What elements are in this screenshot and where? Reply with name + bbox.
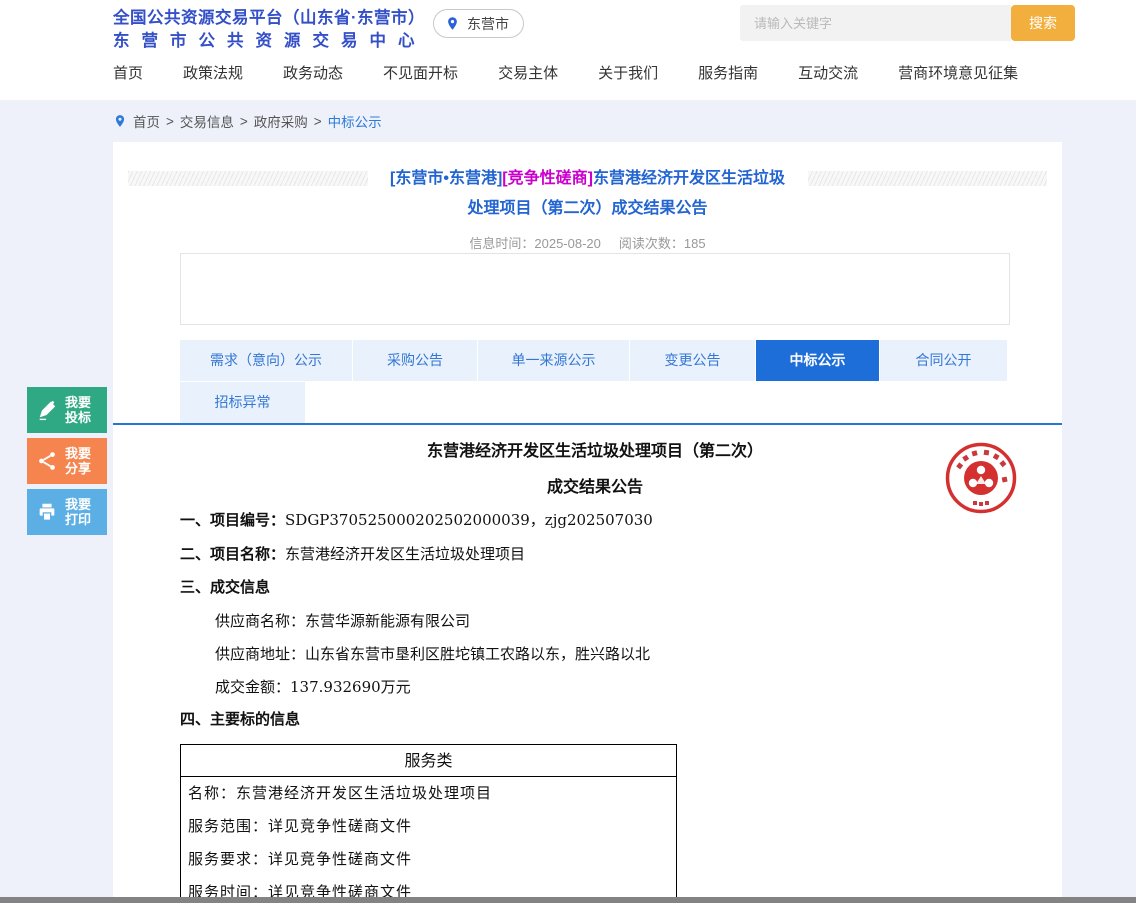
page-bottom-bar — [0, 897, 1136, 903]
tab-contract-disclosure[interactable]: 合同公开 — [880, 340, 1007, 381]
article-title-location: [东营市•东营港] — [390, 170, 502, 187]
views-label: 阅读次数： — [619, 236, 684, 251]
logo-line-1: 全国公共资源交易平台（山东省·东营市） — [113, 8, 427, 29]
empty-content-box — [180, 253, 1010, 325]
page: 全国公共资源交易平台（山东省·东营市） 东营市公共资源交易中心 东营市 搜索 首… — [0, 0, 1136, 903]
side-button-label: 我要投标 — [65, 395, 93, 425]
search-bar: 搜索 — [740, 5, 1075, 41]
breadcrumb-trade-info[interactable]: 交易信息 — [180, 111, 234, 131]
tabs-underline — [113, 423, 1062, 425]
nav-item-trade-entities[interactable]: 交易主体 — [498, 62, 558, 83]
table-row: 服务要求：详见竞争性磋商文件 — [181, 843, 676, 876]
breadcrumb-current[interactable]: 中标公示 — [328, 111, 382, 131]
supplier-name: 供应商名称：东营华源新能源有限公司 — [180, 612, 1010, 630]
nav-item-about-us[interactable]: 关于我们 — [598, 62, 658, 83]
table-row: 名称：东营港经济开发区生活垃圾处理项目 — [181, 777, 676, 810]
subject-info-table: 服务类 名称：东营港经济开发区生活垃圾处理项目 服务范围：详见竞争性磋商文件 服… — [180, 744, 677, 903]
category-tabs: 需求（意向）公示 采购公告 单一来源公示 变更公告 中标公示 合同公开 招标异常 — [180, 340, 1012, 424]
i-want-to-print-button[interactable]: 我要打印 — [27, 489, 107, 535]
side-button-label: 我要分享 — [65, 446, 93, 476]
site-logo[interactable]: 全国公共资源交易平台（山东省·东营市） 东营市公共资源交易中心 — [113, 8, 427, 52]
nav-item-interaction[interactable]: 互动交流 — [798, 62, 858, 83]
tab-demand-notice[interactable]: 需求（意向）公示 — [180, 340, 352, 381]
tab-procurement-notice[interactable]: 采购公告 — [353, 340, 477, 381]
breadcrumb-home[interactable]: 首页 — [133, 111, 160, 131]
i-want-to-share-button[interactable]: 我要分享 — [27, 438, 107, 484]
nav-item-gov-news[interactable]: 政务动态 — [283, 62, 343, 83]
document-title-line1: 东营港经济开发区生活垃圾处理项目（第二次） — [180, 442, 1010, 462]
article-title-method: [竞争性磋商] — [502, 170, 593, 187]
nav-item-policies[interactable]: 政策法规 — [183, 62, 243, 83]
table-header-service-type: 服务类 — [181, 745, 676, 777]
nav-item-business-env-feedback[interactable]: 营商环境意见征集 — [898, 62, 1018, 83]
breadcrumb-gov-procurement[interactable]: 政府采购 — [254, 111, 308, 131]
location-pin-icon — [445, 16, 460, 31]
tab-award-notice[interactable]: 中标公示 — [756, 340, 879, 381]
info-time-label: 信息时间： — [469, 236, 534, 251]
floating-action-buttons: 我要投标 我要分享 我要打印 — [27, 387, 107, 540]
nav-item-service-guide[interactable]: 服务指南 — [698, 62, 758, 83]
search-input[interactable] — [740, 5, 1011, 41]
pen-icon — [36, 399, 58, 421]
section-project-name: 二、项目名称：东营港经济开发区生活垃圾处理项目 — [180, 545, 1010, 564]
site-header: 全国公共资源交易平台（山东省·东营市） 东营市公共资源交易中心 东营市 搜索 首… — [0, 0, 1136, 100]
document-title-line2: 成交结果公告 — [180, 478, 1010, 498]
tab-single-source-notice[interactable]: 单一来源公示 — [478, 340, 629, 381]
tab-change-notice[interactable]: 变更公告 — [630, 340, 755, 381]
supplier-address: 供应商地址：山东省东营市垦利区胜坨镇工农路以东，胜兴路以北 — [180, 645, 1010, 663]
section-project-number-label: 一、项目编号： — [180, 512, 285, 529]
announcement-document: 东营港经济开发区生活垃圾处理项目（第二次） 成交结果公告 一、项目编号：SDGP… — [180, 442, 1010, 903]
city-selector-label: 东营市 — [467, 14, 509, 34]
printer-icon — [36, 501, 58, 523]
breadcrumb-separator: > — [166, 114, 174, 129]
i-want-to-bid-button[interactable]: 我要投标 — [27, 387, 107, 433]
breadcrumb-separator: > — [314, 114, 322, 129]
table-row: 服务范围：详见竞争性磋商文件 — [181, 810, 676, 843]
views-value: 185 — [684, 236, 706, 251]
tab-bid-abnormal[interactable]: 招标异常 — [180, 382, 305, 423]
article-title-block: [东营市•东营港][竞争性磋商]东营港经济开发区生活垃圾处理项目（第二次）成交结… — [113, 142, 1062, 224]
nav-item-home[interactable]: 首页 — [113, 62, 143, 83]
search-button[interactable]: 搜索 — [1011, 5, 1075, 41]
share-icon — [36, 450, 58, 472]
side-button-label: 我要打印 — [65, 497, 93, 527]
section-project-number: 一、项目编号：SDGP370525000202502000039，zjg2025… — [180, 511, 1010, 530]
content-card: [东营市•东营港][竞争性磋商] 东营港经济开发区生活垃圾处理项目（第二次） 成交结… — [113, 142, 1062, 897]
info-time-value: 2025-08-20 — [534, 236, 601, 251]
logo-line-2: 东营市公共资源交易中心 — [113, 31, 427, 52]
article-title: [东营市•东营港][竞争性磋商]东营港经济开发区生活垃圾处理项目（第二次）成交结… — [368, 164, 808, 224]
nav-item-remote-bidding[interactable]: 不见面开标 — [383, 62, 458, 83]
section-project-name-value: 东营港经济开发区生活垃圾处理项目 — [285, 545, 525, 563]
section-project-name-label: 二、项目名称： — [180, 546, 285, 563]
section-award-info-heading: 三、成交信息 — [180, 579, 1010, 597]
breadcrumb-pin-icon — [113, 114, 127, 128]
section-subject-info-heading: 四、主要标的信息 — [180, 711, 1010, 729]
main-nav: 首页 政策法规 政务动态 不见面开标 交易主体 关于我们 服务指南 互动交流 营… — [113, 62, 1018, 83]
city-selector[interactable]: 东营市 — [433, 9, 524, 38]
official-seal — [943, 440, 1019, 516]
article-meta: 信息时间：2025-08-20 阅读次数：185 — [113, 233, 1062, 252]
section-project-number-value: SDGP370525000202502000039，zjg202507030 — [285, 511, 653, 529]
breadcrumb-separator: > — [240, 114, 248, 129]
breadcrumb: 首页 > 交易信息 > 政府采购 > 中标公示 — [113, 111, 382, 131]
award-amount: 成交金额：137.932690万元 — [180, 678, 1010, 696]
